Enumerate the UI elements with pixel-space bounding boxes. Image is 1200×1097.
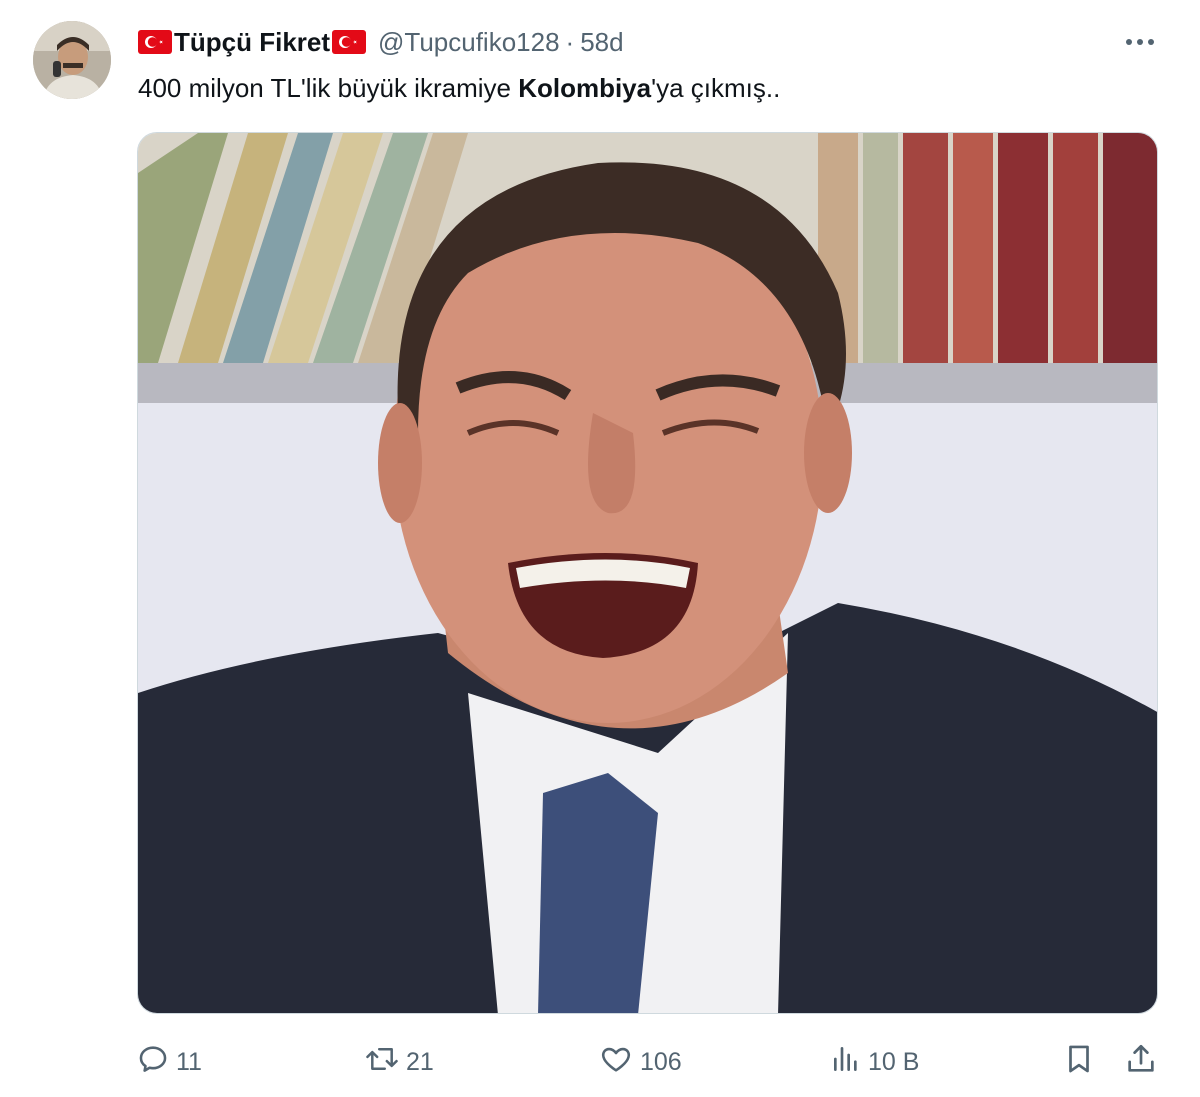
tweet-text-start: 400 milyon TL'lik büyük ikramiye — [138, 73, 519, 103]
turkey-flag-icon — [332, 30, 367, 54]
turkey-flag-icon — [138, 30, 172, 54]
views-count: 10 B — [868, 1047, 920, 1076]
tweet-image[interactable] — [137, 132, 1158, 1014]
author-name[interactable]: Tüpçü Fikret — [174, 27, 330, 58]
share-icon — [1124, 1042, 1164, 1083]
tweet-text-end: 'ya çıkmış.. — [651, 73, 781, 103]
bookmark-button[interactable] — [1062, 1040, 1102, 1084]
views-button[interactable]: 10 B — [830, 1040, 919, 1084]
reply-count: 11 — [176, 1047, 202, 1076]
like-button[interactable]: 106 — [598, 1040, 682, 1084]
repost-icon — [364, 1042, 406, 1083]
tweet-header: Tüpçü Fikret @Tupcufiko128 · 58d — [138, 26, 624, 58]
author-handle[interactable]: @Tupcufiko128 — [378, 27, 560, 58]
tweet-text-bold: Kolombiya — [518, 73, 652, 103]
heart-icon — [598, 1042, 640, 1083]
repost-count: 21 — [406, 1047, 434, 1076]
repost-button[interactable]: 21 — [364, 1040, 434, 1084]
reply-icon — [136, 1042, 176, 1083]
reply-button[interactable]: 11 — [136, 1040, 202, 1084]
views-icon — [830, 1042, 868, 1083]
tweet-timestamp[interactable]: 58d — [580, 27, 623, 58]
separator-dot: · — [565, 26, 575, 57]
share-button[interactable] — [1124, 1040, 1164, 1084]
bookmark-icon — [1062, 1042, 1102, 1083]
more-icon[interactable] — [1118, 26, 1162, 58]
tweet-text: 400 milyon TL'lik büyük ikramiye Kolombi… — [138, 72, 780, 104]
avatar[interactable] — [33, 21, 111, 99]
action-bar: 11 21 106 10 B — [136, 1040, 1162, 1084]
like-count: 106 — [640, 1047, 682, 1076]
